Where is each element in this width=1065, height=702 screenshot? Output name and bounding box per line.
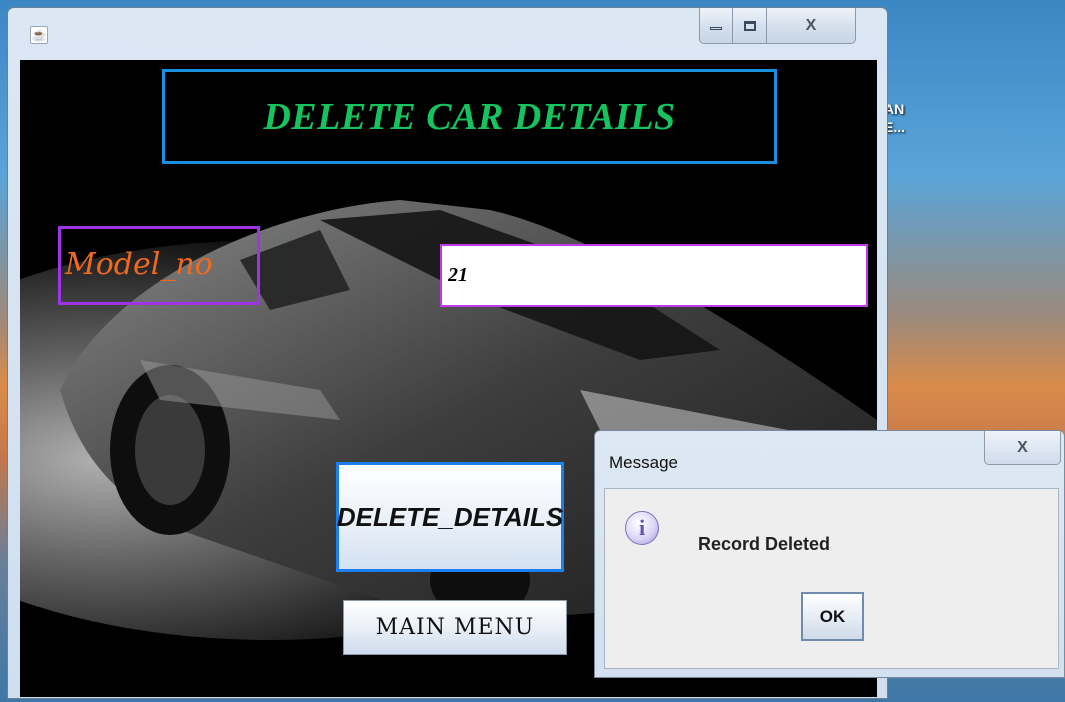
- dialog-message: Record Deleted: [698, 534, 831, 554]
- delete-details-button[interactable]: DELETE_DETAILS: [336, 462, 564, 572]
- minimize-icon: [710, 27, 722, 30]
- model-no-label: Model_no: [65, 247, 213, 282]
- dialog-close-button[interactable]: X: [984, 431, 1061, 465]
- info-icon: i: [625, 511, 659, 545]
- close-icon: X: [805, 16, 817, 34]
- page-title: DELETE CAR DETAILS: [263, 95, 676, 138]
- close-button[interactable]: X: [767, 8, 856, 44]
- model-label-panel: Model_no: [58, 226, 260, 305]
- message-dialog: Message X i Record Deleted OK: [594, 430, 1065, 678]
- window-controls: X: [699, 8, 882, 44]
- title-bar[interactable]: ☕ X: [8, 8, 887, 58]
- minimize-button[interactable]: [699, 8, 733, 44]
- dialog-title: Message: [609, 453, 678, 472]
- maximize-button[interactable]: [733, 8, 767, 44]
- close-icon: X: [1017, 438, 1028, 456]
- dialog-body: i Record Deleted OK: [604, 488, 1059, 669]
- java-icon[interactable]: ☕: [30, 26, 48, 44]
- maximize-icon: [743, 20, 756, 31]
- heading-panel: DELETE CAR DETAILS: [162, 69, 777, 164]
- model-no-input[interactable]: [440, 244, 868, 307]
- ok-button[interactable]: OK: [801, 592, 864, 641]
- desktop-icon-label: AN E...: [884, 101, 906, 135]
- main-menu-button[interactable]: MAIN MENU: [343, 600, 567, 655]
